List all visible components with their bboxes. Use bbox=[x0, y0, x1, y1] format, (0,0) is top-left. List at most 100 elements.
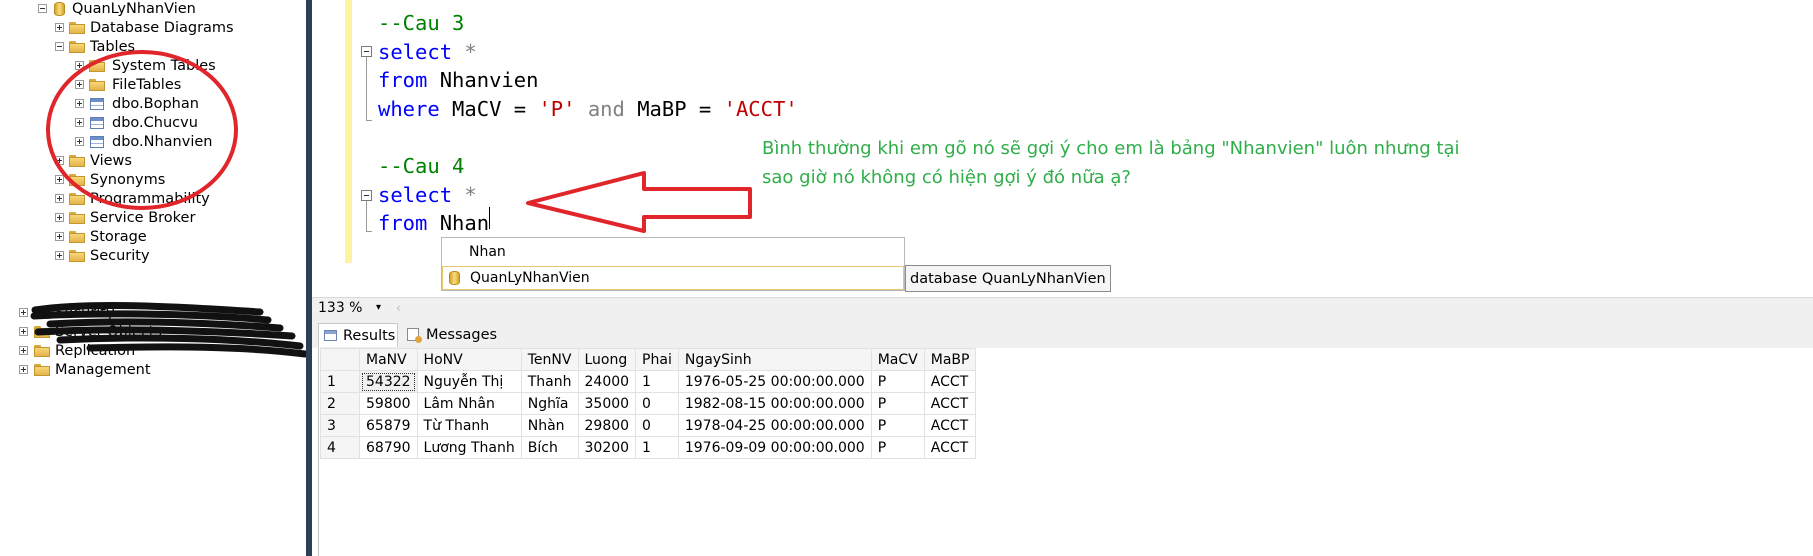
column-header[interactable]: NgaySinh bbox=[677, 348, 872, 371]
cell-luong[interactable]: 30200 bbox=[577, 436, 637, 459]
row-number[interactable]: 2 bbox=[320, 392, 360, 415]
outline-line bbox=[366, 201, 367, 231]
code-operator: and bbox=[575, 97, 638, 121]
outline-end bbox=[366, 231, 372, 232]
note-line: Bình thường khi em gõ nó sẽ gợi ý cho em… bbox=[762, 138, 1460, 159]
code-keyword: where bbox=[378, 97, 440, 121]
cell-macv[interactable]: P bbox=[870, 436, 925, 459]
cell-ngaysinh[interactable]: 1976-09-09 00:00:00.000 bbox=[677, 436, 872, 459]
object-explorer: QuanLyNhanVien Database Diagrams Tables … bbox=[0, 0, 309, 556]
code-keyword: from bbox=[378, 211, 428, 235]
cell-phai[interactable]: 1 bbox=[635, 436, 679, 459]
expand-icon[interactable] bbox=[19, 346, 28, 355]
cell-ngaysinh[interactable]: 1976-05-25 00:00:00.000 bbox=[677, 370, 872, 393]
cell-honv[interactable]: Nguyễn Thị bbox=[416, 370, 522, 393]
outline-line bbox=[366, 57, 367, 120]
node-label: Management bbox=[55, 362, 151, 378]
collapse-icon[interactable] bbox=[38, 4, 47, 13]
collapse-region-icon[interactable] bbox=[361, 46, 372, 57]
scroll-left-icon[interactable]: ‹ bbox=[396, 298, 401, 318]
intellisense-item[interactable]: QuanLyNhanVien bbox=[442, 266, 904, 290]
intellisense-popup[interactable]: Nhan QuanLyNhanVien bbox=[441, 237, 905, 291]
tab-messages[interactable]: Messages bbox=[402, 323, 497, 347]
collapse-region-icon[interactable] bbox=[361, 190, 372, 201]
expand-icon[interactable] bbox=[19, 365, 28, 374]
tree-node-security[interactable]: Security bbox=[55, 246, 295, 266]
expand-icon[interactable] bbox=[55, 251, 64, 260]
question-note: Bình thường khi em gõ nó sẽ gợi ý cho em… bbox=[762, 134, 1482, 192]
results-grid[interactable]: MaNV HoNV TenNV Luong Phai NgaySinh MaCV… bbox=[320, 348, 977, 459]
tab-results[interactable]: Results bbox=[318, 323, 398, 347]
row-number[interactable]: 4 bbox=[320, 436, 360, 459]
cell-macv[interactable]: P bbox=[870, 414, 925, 437]
cell-tennv[interactable]: Bích bbox=[520, 436, 579, 459]
folder-icon bbox=[69, 22, 85, 34]
outline-end bbox=[366, 120, 372, 121]
tab-label: Messages bbox=[426, 327, 498, 343]
cell-honv[interactable]: Lâm Nhân bbox=[416, 392, 522, 415]
dropdown-arrow-icon[interactable]: ▾ bbox=[376, 298, 381, 318]
cell-ngaysinh[interactable]: 1978-04-25 00:00:00.000 bbox=[677, 414, 872, 437]
tree-node-database[interactable]: QuanLyNhanVien bbox=[38, 0, 298, 19]
cell-luong[interactable]: 24000 bbox=[577, 370, 637, 393]
cell-mabp[interactable]: ACCT bbox=[923, 436, 977, 459]
column-header[interactable]: TenNV bbox=[520, 348, 579, 371]
tree-node-database-diagrams[interactable]: Database Diagrams bbox=[55, 18, 295, 38]
filter-text: Nhan bbox=[469, 244, 506, 260]
expand-icon[interactable] bbox=[55, 23, 64, 32]
grid-icon bbox=[324, 330, 337, 341]
cell-mabp[interactable]: ACCT bbox=[923, 414, 977, 437]
cell-manv[interactable]: 68790 bbox=[359, 436, 418, 459]
code-line-7: select * bbox=[378, 182, 477, 208]
code-operator: * bbox=[452, 40, 477, 64]
cell-phai[interactable]: 0 bbox=[635, 414, 679, 437]
column-header[interactable]: MaNV bbox=[359, 348, 418, 371]
cell-luong[interactable]: 35000 bbox=[577, 392, 637, 415]
expand-icon[interactable] bbox=[19, 327, 28, 336]
cell-macv[interactable]: P bbox=[870, 392, 925, 415]
cell-tennv[interactable]: Thanh bbox=[520, 370, 579, 393]
column-header[interactable]: MaCV bbox=[870, 348, 925, 371]
table-row: 1 54322 Nguyễn Thị Thanh 24000 1 1976-05… bbox=[320, 370, 977, 393]
cell-macv[interactable]: P bbox=[870, 370, 925, 393]
cell-manv[interactable]: 54322 bbox=[359, 370, 418, 393]
row-number[interactable]: 1 bbox=[320, 370, 360, 393]
cell-mabp[interactable]: ACCT bbox=[923, 370, 977, 393]
red-ellipse-annotation bbox=[46, 50, 238, 210]
results-tab-bar bbox=[312, 320, 1813, 348]
cell-luong[interactable]: 29800 bbox=[577, 414, 637, 437]
cell-tennv[interactable]: Nhàn bbox=[520, 414, 579, 437]
item-label: QuanLyNhanVien bbox=[470, 270, 590, 286]
cell-tennv[interactable]: Nghĩa bbox=[520, 392, 579, 415]
code-line-6: --Cau 4 bbox=[378, 153, 464, 179]
expand-icon[interactable] bbox=[19, 308, 28, 317]
cell-phai[interactable]: 0 bbox=[635, 392, 679, 415]
code-line-3: from Nhanvien bbox=[378, 67, 538, 93]
node-label: Storage bbox=[90, 229, 147, 245]
cell-mabp[interactable]: ACCT bbox=[923, 392, 977, 415]
tree-node-storage[interactable]: Storage bbox=[55, 227, 295, 247]
row-number[interactable]: 3 bbox=[320, 414, 360, 437]
expand-icon[interactable] bbox=[55, 232, 64, 241]
cell-phai[interactable]: 1 bbox=[635, 370, 679, 393]
column-header[interactable]: MaBP bbox=[923, 348, 977, 371]
cell-honv[interactable]: Lương Thanh bbox=[416, 436, 522, 459]
cell-manv[interactable]: 65879 bbox=[359, 414, 418, 437]
column-header[interactable]: Phai bbox=[635, 348, 679, 371]
cell-ngaysinh[interactable]: 1982-08-15 00:00:00.000 bbox=[677, 392, 872, 415]
folder-icon bbox=[34, 364, 50, 376]
cell-manv[interactable]: 59800 bbox=[359, 392, 418, 415]
folder-icon bbox=[69, 250, 85, 262]
tree-node-management[interactable]: Management bbox=[19, 360, 289, 380]
column-header[interactable]: Luong bbox=[577, 348, 637, 371]
node-label: Database Diagrams bbox=[90, 20, 234, 36]
editor-change-margin bbox=[345, 0, 352, 263]
column-header[interactable]: HoNV bbox=[416, 348, 522, 371]
code-string: 'P' bbox=[538, 97, 576, 121]
code-string: 'ACCT' bbox=[723, 97, 798, 121]
database-icon bbox=[54, 2, 65, 16]
code-line-2: select * bbox=[378, 39, 477, 65]
code-keyword: from bbox=[378, 68, 428, 92]
row-number-header[interactable] bbox=[320, 348, 360, 371]
cell-honv[interactable]: Từ Thanh bbox=[416, 414, 522, 437]
